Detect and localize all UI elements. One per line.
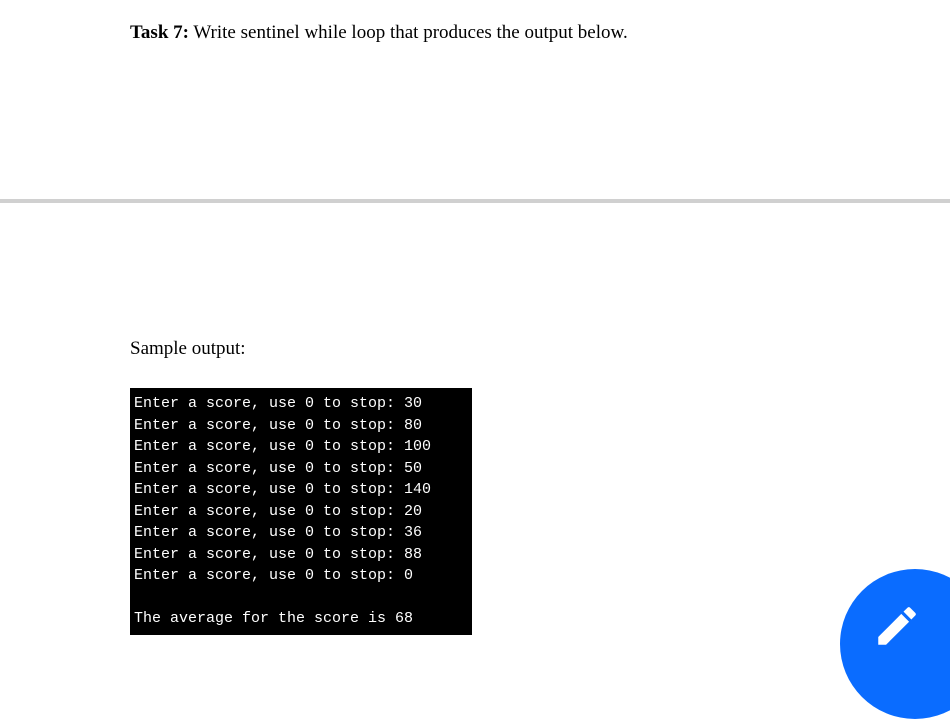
task-description: Write sentinel while loop that produces … <box>189 22 628 43</box>
terminal-line <box>134 587 468 609</box>
terminal-line: Enter a score, use 0 to stop: 50 <box>134 458 468 480</box>
sample-output-section: Sample output: Enter a score, use 0 to s… <box>130 338 472 635</box>
pen-icon <box>872 601 922 651</box>
terminal-line: Enter a score, use 0 to stop: 20 <box>134 501 468 523</box>
terminal-line: Enter a score, use 0 to stop: 88 <box>134 544 468 566</box>
terminal-line: Enter a score, use 0 to stop: 100 <box>134 436 468 458</box>
sample-output-label: Sample output: <box>130 338 472 360</box>
terminal-line: Enter a score, use 0 to stop: 36 <box>134 522 468 544</box>
task-label: Task 7: <box>130 22 189 43</box>
terminal-output: Enter a score, use 0 to stop: 30Enter a … <box>130 388 472 635</box>
terminal-line: Enter a score, use 0 to stop: 0 <box>134 565 468 587</box>
terminal-line: Enter a score, use 0 to stop: 140 <box>134 479 468 501</box>
terminal-line: The average for the score is 68 <box>134 608 468 630</box>
task-prompt-section: Task 7: Write sentinel while loop that p… <box>0 0 950 47</box>
terminal-line: Enter a score, use 0 to stop: 80 <box>134 415 468 437</box>
page-divider <box>0 199 950 203</box>
task-heading: Task 7: Write sentinel while loop that p… <box>130 20 820 47</box>
terminal-line: Enter a score, use 0 to stop: 30 <box>134 393 468 415</box>
edit-fab-button[interactable] <box>840 569 950 719</box>
